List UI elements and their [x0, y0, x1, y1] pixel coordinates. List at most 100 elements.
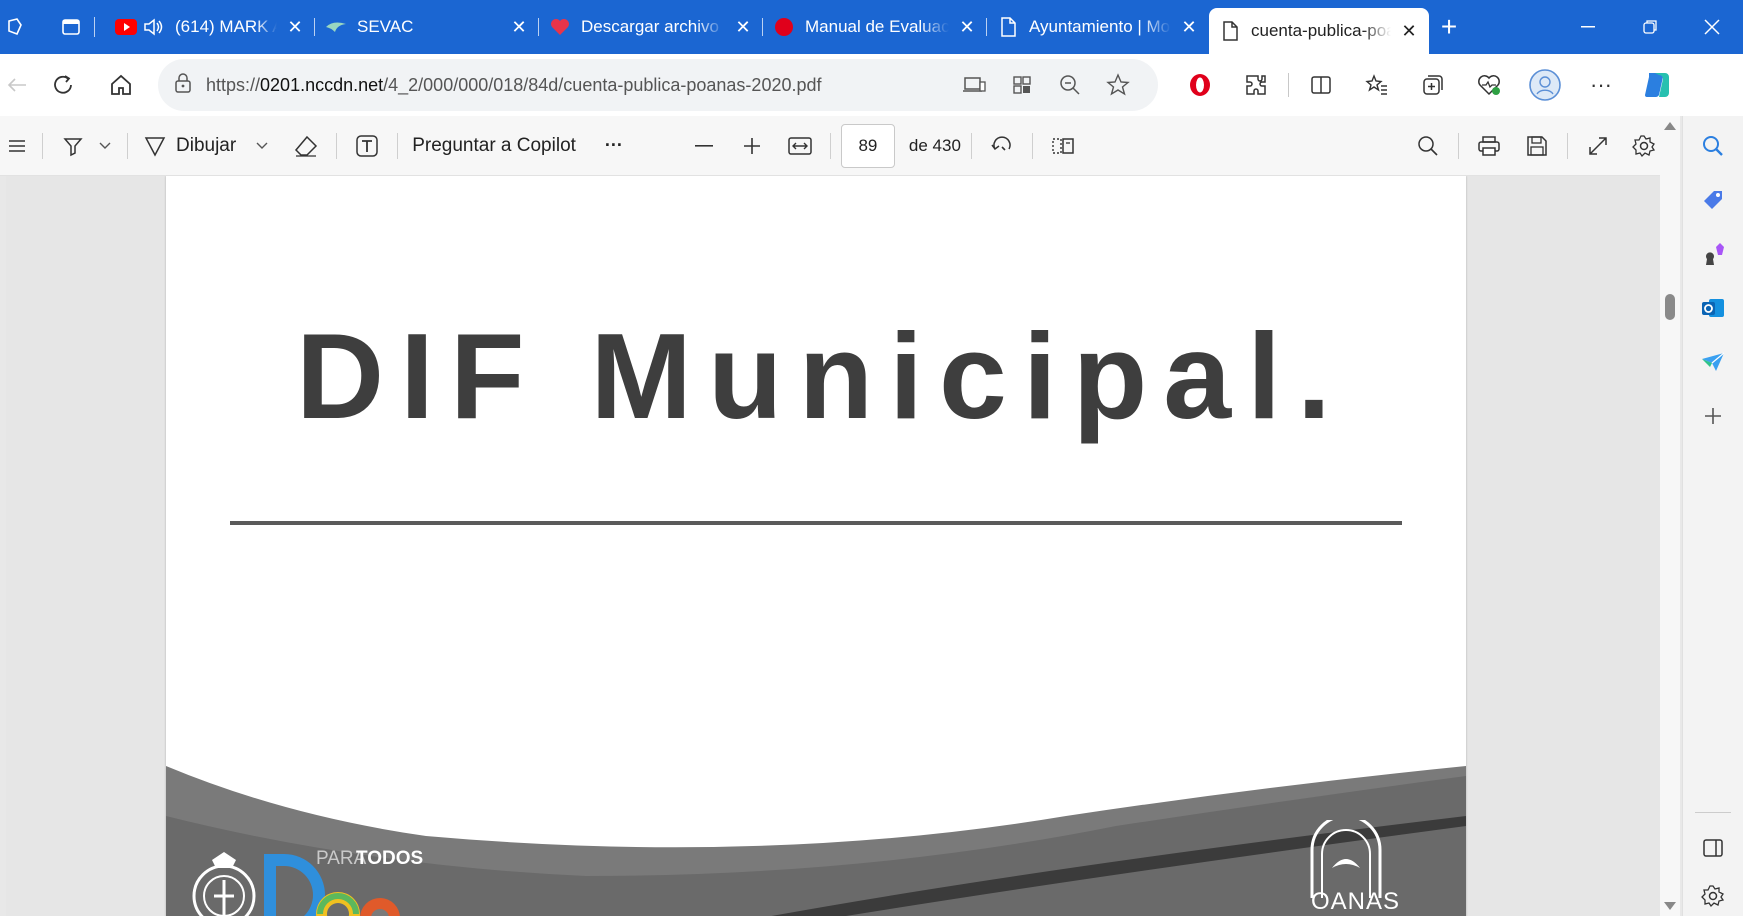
- tab-title: Ayuntamiento | Mo: [1029, 17, 1171, 36]
- draw-label: Dibujar: [176, 134, 237, 156]
- more-tools-button[interactable]: ···: [594, 124, 634, 168]
- sidebar-settings-gear-icon[interactable]: [1693, 876, 1733, 916]
- page-view-icon[interactable]: [1043, 124, 1083, 168]
- contents-list-icon[interactable]: [2, 124, 32, 168]
- url-host: 0201.nccdn.net: [260, 74, 384, 95]
- file-icon: [1219, 20, 1241, 42]
- zoom-in-button[interactable]: [732, 124, 772, 168]
- tab-ayuntamiento[interactable]: Ayuntamiento | Mo ✕: [987, 7, 1209, 47]
- page-total: de 430: [908, 135, 961, 155]
- split-screen-icon[interactable]: [1293, 63, 1349, 107]
- scroll-down-arrow-icon[interactable]: [1664, 902, 1676, 910]
- url-text[interactable]: https://0201.nccdn.net/4_2/000/000/018/8…: [206, 75, 950, 96]
- close-tab-icon[interactable]: ✕: [733, 17, 753, 37]
- tab-title: Descargar archivo: [581, 17, 719, 36]
- logo-mark-text: Dgo: [166, 176, 167, 177]
- close-tab-icon[interactable]: ✕: [1179, 17, 1199, 37]
- heart-icon: [549, 16, 571, 38]
- settings-gear-icon[interactable]: [1624, 124, 1664, 168]
- tab-youtube[interactable]: (614) MARK A ✕: [105, 7, 315, 47]
- text-box-icon[interactable]: [347, 124, 387, 168]
- close-tab-icon[interactable]: ✕: [957, 17, 977, 37]
- tab-manual[interactable]: Manual de Evaluac ✕: [763, 7, 987, 47]
- scroll-up-arrow-icon[interactable]: [1664, 122, 1676, 130]
- title-rule: [230, 521, 1402, 525]
- tab-sevac[interactable]: SEVAC ✕: [315, 7, 539, 47]
- zoom-out-button[interactable]: [684, 124, 724, 168]
- tab-title: cuenta-publica-poanas: [1251, 21, 1391, 40]
- eraser-icon[interactable]: [286, 124, 326, 168]
- pdf-viewport[interactable]: DIF Municipal. PARA TODOS Dgo: [6, 176, 1674, 916]
- vertical-scrollbar[interactable]: [1660, 116, 1680, 916]
- draw-button[interactable]: Dibujar: [138, 124, 274, 168]
- copilot-icon[interactable]: [1629, 63, 1685, 107]
- document-title: DIF Municipal.: [296, 308, 1347, 444]
- restore-button[interactable]: [1619, 0, 1681, 54]
- search-icon[interactable]: [1408, 124, 1448, 168]
- chevron-down-icon[interactable]: [256, 142, 268, 150]
- fit-width-icon[interactable]: [780, 124, 820, 168]
- close-window-button[interactable]: [1681, 0, 1743, 54]
- scroll-thumb[interactable]: [1665, 294, 1675, 320]
- draw-icon: [144, 136, 166, 157]
- ask-copilot-label: Preguntar a Copilot: [412, 134, 576, 156]
- tab-cuenta-publica[interactable]: cuenta-publica-poanas ✕: [1209, 8, 1429, 54]
- fullscreen-icon[interactable]: [1578, 124, 1618, 168]
- tab-title: Manual de Evaluac: [805, 17, 949, 36]
- opera-icon[interactable]: [1172, 63, 1228, 107]
- favorite-star-icon[interactable]: [1094, 65, 1142, 105]
- highlight-icon[interactable]: [53, 124, 93, 168]
- speaker-icon[interactable]: [143, 16, 165, 38]
- pdf-toolbar: Dibujar Preguntar a Copilot ··· de 430: [0, 116, 1680, 176]
- drop-send-icon[interactable]: [1693, 342, 1733, 382]
- more-options-icon[interactable]: ···: [1573, 63, 1629, 107]
- close-tab-icon[interactable]: ✕: [509, 17, 529, 37]
- tab-title: SEVAC: [357, 17, 414, 36]
- red-dot-icon: [773, 16, 795, 38]
- hide-sidebar-icon[interactable]: [1693, 828, 1733, 868]
- sidebar-search-icon[interactable]: [1693, 126, 1733, 166]
- games-icon[interactable]: [1693, 234, 1733, 274]
- close-tab-icon[interactable]: ✕: [285, 17, 305, 37]
- save-icon[interactable]: [1517, 124, 1557, 168]
- rotate-icon[interactable]: [982, 124, 1022, 168]
- outlook-icon[interactable]: [1693, 288, 1733, 328]
- minimize-button[interactable]: [1557, 0, 1619, 54]
- tab-strip: (614) MARK A ✕ SEVAC ✕ Descargar archivo…: [0, 0, 1743, 54]
- profile-avatar[interactable]: [1517, 63, 1573, 107]
- zoom-out-icon[interactable]: [1046, 65, 1094, 105]
- favorites-icon[interactable]: [1349, 63, 1405, 107]
- url-box[interactable]: https://0201.nccdn.net/4_2/000/000/018/8…: [158, 59, 1158, 111]
- close-tab-icon[interactable]: ✕: [1399, 21, 1419, 41]
- new-tab-button[interactable]: +: [1429, 7, 1469, 47]
- home-button[interactable]: [92, 63, 150, 107]
- ask-copilot-button[interactable]: Preguntar a Copilot: [408, 124, 580, 168]
- tab-descargar[interactable]: Descargar archivo ✕: [539, 7, 763, 47]
- file-icon: [997, 16, 1019, 38]
- chevron-down-icon[interactable]: [93, 124, 117, 168]
- government-seal-logo: [192, 852, 256, 916]
- url-prefix: https://: [206, 74, 261, 95]
- workspaces-icon[interactable]: [2, 14, 28, 40]
- address-bar: https://0201.nccdn.net/4_2/000/000/018/8…: [0, 54, 1743, 116]
- tab-actions-icon[interactable]: [58, 14, 84, 40]
- pdf-page: DIF Municipal. PARA TODOS Dgo: [166, 176, 1466, 916]
- edge-sidebar: [1682, 116, 1743, 916]
- shopping-tag-icon[interactable]: [1693, 180, 1733, 220]
- extensions-icon[interactable]: [1228, 63, 1284, 107]
- back-button[interactable]: [0, 63, 34, 107]
- collections-icon[interactable]: [1405, 63, 1461, 107]
- device-icon[interactable]: [950, 65, 998, 105]
- page-number-input[interactable]: [840, 123, 895, 168]
- print-icon[interactable]: [1469, 124, 1509, 168]
- youtube-icon: [115, 16, 137, 38]
- url-path: /4_2/000/000/018/84d/cuenta-publica-poan…: [383, 74, 822, 95]
- browser-essentials-icon[interactable]: [1461, 63, 1517, 107]
- lock-icon[interactable]: [174, 72, 192, 98]
- poanas-logo-text: OANAS: [1311, 888, 1401, 915]
- tab-title: (614) MARK A: [175, 17, 277, 36]
- app-grid-icon[interactable]: [998, 65, 1046, 105]
- add-sidebar-app-icon[interactable]: [1693, 396, 1733, 436]
- sevac-icon: [325, 16, 347, 38]
- refresh-button[interactable]: [34, 63, 92, 107]
